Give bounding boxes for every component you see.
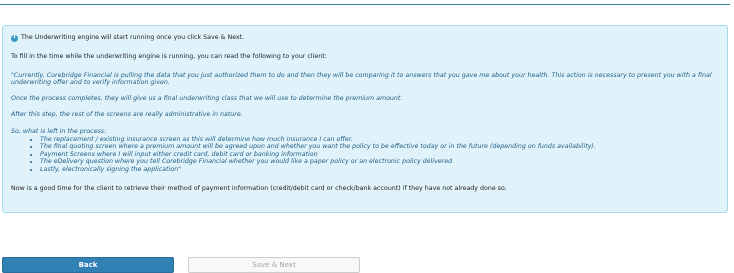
list-item: The final quoting screen where a premium… xyxy=(40,143,717,151)
notice-text: The Underwriting engine will start runni… xyxy=(21,34,245,42)
intro-text: To fill in the time while the underwriti… xyxy=(11,53,327,60)
script-paragraph-3: After this step, the rest of the screens… xyxy=(11,111,243,119)
notice-row: i The Underwriting engine will start run… xyxy=(11,34,717,42)
closing-text: Now is a good time for the client to ret… xyxy=(11,184,507,192)
script-paragraph-4: So, what is left in the process: xyxy=(11,127,107,135)
remaining-steps-list: The replacement / existing insurance scr… xyxy=(11,136,717,174)
script-paragraph-2: Once the process completes, they will gi… xyxy=(11,94,403,102)
info-icon: i xyxy=(11,34,18,42)
underwriting-info-panel: i The Underwriting engine will start run… xyxy=(2,25,728,213)
list-item: The eDelivery question where you tell Co… xyxy=(40,158,717,166)
top-divider xyxy=(0,4,730,5)
script-paragraph-1: "Currently, Corebridge Financial is pull… xyxy=(11,71,712,87)
list-item: Lastly, electronically signing the appli… xyxy=(40,166,717,174)
